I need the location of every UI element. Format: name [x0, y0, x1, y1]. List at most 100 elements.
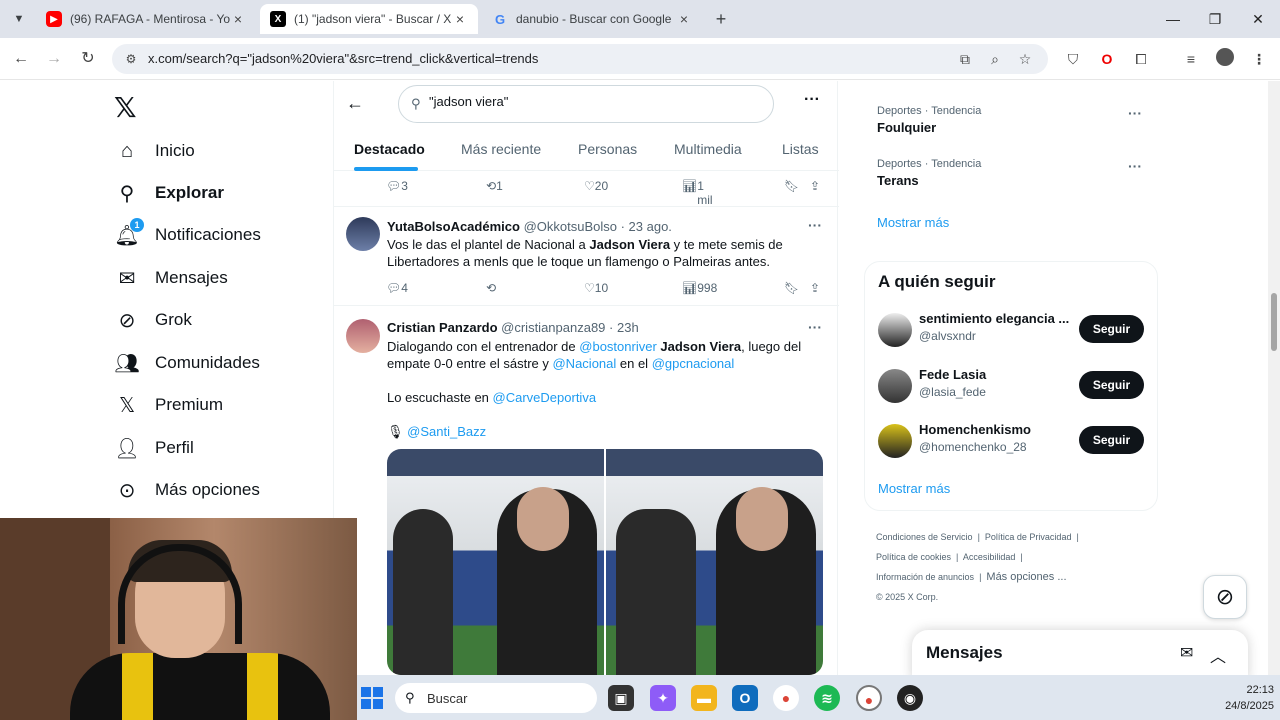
mention-link[interactable]: @CarveDeportiva — [493, 390, 597, 405]
share-icon[interactable]: ⇪ — [810, 179, 820, 193]
follow-suggestion[interactable]: sentimiento elegancia ... @alvsxndr Segu… — [878, 311, 1148, 347]
tweet-more-icon[interactable]: ··· — [808, 217, 822, 233]
browser-tab-x-search[interactable]: X (1) "jadson viera" - Buscar / X × — [260, 4, 478, 34]
restore-window-button[interactable]: ❐ — [1204, 8, 1226, 30]
sidebar-item-explore[interactable]: ⚲ Explorar — [114, 177, 224, 209]
footer-link[interactable]: Más opciones ... — [986, 571, 1066, 583]
sidebar-item-home[interactable]: ⌂ Inicio — [114, 135, 195, 167]
trend-item[interactable]: Deportes · Tendencia Terans — [877, 158, 981, 188]
taskbar-clock[interactable]: 22:13 24/8/2025 — [1208, 682, 1274, 714]
tab-personas[interactable]: Personas — [578, 141, 637, 157]
footer-link[interactable]: Política de Privacidad — [985, 532, 1072, 542]
footer-link[interactable]: Política de cookies — [876, 552, 951, 562]
avatar[interactable] — [878, 369, 912, 403]
show-more-trends-link[interactable]: Mostrar más — [877, 215, 949, 230]
tweet[interactable]: YutaBolsoAcadémico @OkkotsuBolso · 23 ag… — [334, 207, 839, 306]
spotify-icon[interactable]: ≋ — [814, 685, 840, 711]
like-button[interactable]: ♡ 10 — [584, 281, 608, 295]
views-button[interactable]: 📊︎ 1 mil — [682, 179, 713, 207]
page-scrollbar[interactable] — [1268, 81, 1280, 675]
more-options-icon[interactable]: ··· — [804, 91, 820, 109]
site-info-icon[interactable]: ⚙ — [122, 50, 140, 68]
follow-button[interactable]: Seguir — [1079, 315, 1144, 343]
chevron-up-icon[interactable]: ︿ — [1210, 643, 1226, 667]
minimize-window-button[interactable]: — — [1162, 8, 1184, 30]
scrollbar-thumb[interactable] — [1271, 293, 1277, 351]
forward-arrow-icon[interactable]: → — [43, 48, 65, 70]
sidebar-item-notifications[interactable]: 🔔︎ 1 Notificaciones — [114, 217, 261, 251]
repost-button[interactable]: ⟲ 1 — [486, 179, 503, 193]
media-control-icon[interactable]: ≡ — [1180, 48, 1202, 70]
reply-button[interactable]: 💬︎ 3 — [386, 179, 408, 193]
avatar[interactable] — [878, 424, 912, 458]
search-box[interactable]: ⚲ — [398, 85, 774, 123]
extensions-puzzle-icon[interactable]: ⧠ — [1130, 48, 1152, 70]
sidebar-item-profile[interactable]: 👤︎ Perfil — [114, 432, 193, 464]
url-text[interactable]: x.com/search?q="jadson%20viera"&src=tren… — [148, 51, 538, 66]
follow-button[interactable]: Seguir — [1079, 371, 1144, 399]
back-arrow-icon[interactable]: ← — [10, 48, 32, 70]
shield-extension-icon[interactable]: ⛉ — [1062, 48, 1084, 70]
opera-extension-icon[interactable]: O — [1096, 48, 1118, 70]
bookmark-star-icon[interactable]: ☆ — [1016, 50, 1034, 68]
avatar[interactable] — [346, 217, 380, 251]
close-tab-icon[interactable]: × — [452, 11, 468, 27]
sidebar-item-premium[interactable]: 𝕏 Premium — [114, 389, 223, 421]
new-tab-button[interactable]: + — [710, 8, 732, 30]
browser-tab-youtube[interactable]: ▶ (96) RAFAGA - Mentirosa - You × — [36, 4, 256, 34]
back-arrow-icon[interactable]: ← — [346, 93, 364, 114]
trend-more-icon[interactable]: ··· — [1128, 158, 1142, 174]
mention-link[interactable]: @Santi_Bazz — [407, 424, 486, 439]
tweet-more-icon[interactable]: ··· — [808, 319, 822, 335]
tab-mas-reciente[interactable]: Más reciente — [461, 141, 541, 157]
like-button[interactable]: ♡ 20 — [584, 179, 608, 193]
tweet-photo[interactable] — [387, 449, 604, 675]
avatar[interactable] — [878, 313, 912, 347]
taskbar-search[interactable]: ⚲ Buscar — [395, 683, 597, 713]
follow-suggestion[interactable]: Fede Lasia @lasia_fede Seguir — [878, 367, 1148, 403]
sidebar-item-messages[interactable]: ✉ Mensajes — [114, 262, 228, 294]
bookmark-icon[interactable]: 🔖︎ — [784, 179, 799, 193]
trend-item[interactable]: Deportes · Tendencia Foulquier — [877, 105, 981, 135]
repost-button[interactable]: ⟲ — [486, 281, 496, 295]
chrome-icon[interactable]: ● — [773, 685, 799, 711]
messages-drawer[interactable]: Mensajes ✉ ︿ — [912, 630, 1248, 675]
close-tab-icon[interactable]: × — [676, 11, 692, 27]
trend-more-icon[interactable]: ··· — [1128, 105, 1142, 121]
browser-tab-google[interactable]: G danubio - Buscar con Google × — [482, 4, 702, 34]
bookmark-icon[interactable]: 🔖︎ — [784, 281, 799, 295]
mention-link[interactable]: @bostonriver — [579, 339, 657, 354]
grok-floating-button[interactable]: ⊘ — [1203, 575, 1247, 619]
footer-link[interactable]: Condiciones de Servicio — [876, 532, 973, 542]
sidebar-item-grok[interactable]: ⊘ Grok — [114, 304, 192, 336]
close-window-button[interactable]: ✕ — [1247, 8, 1269, 30]
tweet-media[interactable] — [387, 449, 823, 675]
new-message-icon[interactable]: ✉ — [1180, 643, 1193, 663]
follow-suggestion[interactable]: Homenchenkismo @homenchenko_28 Seguir — [878, 422, 1148, 458]
address-bar[interactable]: ⚙ x.com/search?q="jadson%20viera"&src=tr… — [112, 44, 1048, 74]
avatar[interactable] — [346, 319, 380, 353]
sidebar-item-more-options[interactable]: ⊙ Más opciones — [114, 474, 260, 506]
windows-start-icon[interactable] — [361, 687, 383, 709]
copilot-icon[interactable]: ✦ — [650, 685, 676, 711]
show-more-follow-link[interactable]: Mostrar más — [878, 481, 950, 496]
sidebar-item-communities[interactable]: 👥︎ Comunidades — [114, 347, 260, 379]
close-tab-icon[interactable]: × — [230, 11, 246, 27]
footer-link[interactable]: Accesibilidad — [963, 552, 1016, 562]
follow-button[interactable]: Seguir — [1079, 426, 1144, 454]
reply-button[interactable]: 💬︎ 4 — [386, 281, 408, 295]
outlook-icon[interactable]: O — [732, 685, 758, 711]
mention-link[interactable]: @Nacional — [552, 356, 616, 371]
install-app-icon[interactable]: ⧉ — [956, 50, 974, 68]
tab-destacado[interactable]: Destacado — [354, 141, 425, 157]
profile-avatar[interactable] — [1214, 48, 1236, 70]
search-input[interactable] — [429, 94, 749, 109]
file-explorer-icon[interactable]: ▬ — [691, 685, 717, 711]
obs-icon[interactable]: ◉ — [897, 685, 923, 711]
chrome-profile-icon[interactable]: ● — [856, 685, 882, 711]
tab-listas[interactable]: Listas — [782, 141, 819, 157]
browser-menu-icon[interactable]: ⋮ — [1248, 48, 1270, 70]
tab-search-chevron-icon[interactable]: ▼ — [8, 8, 30, 30]
footer-link[interactable]: Información de anuncios — [876, 572, 974, 582]
task-view-icon[interactable]: ▣ — [608, 685, 634, 711]
